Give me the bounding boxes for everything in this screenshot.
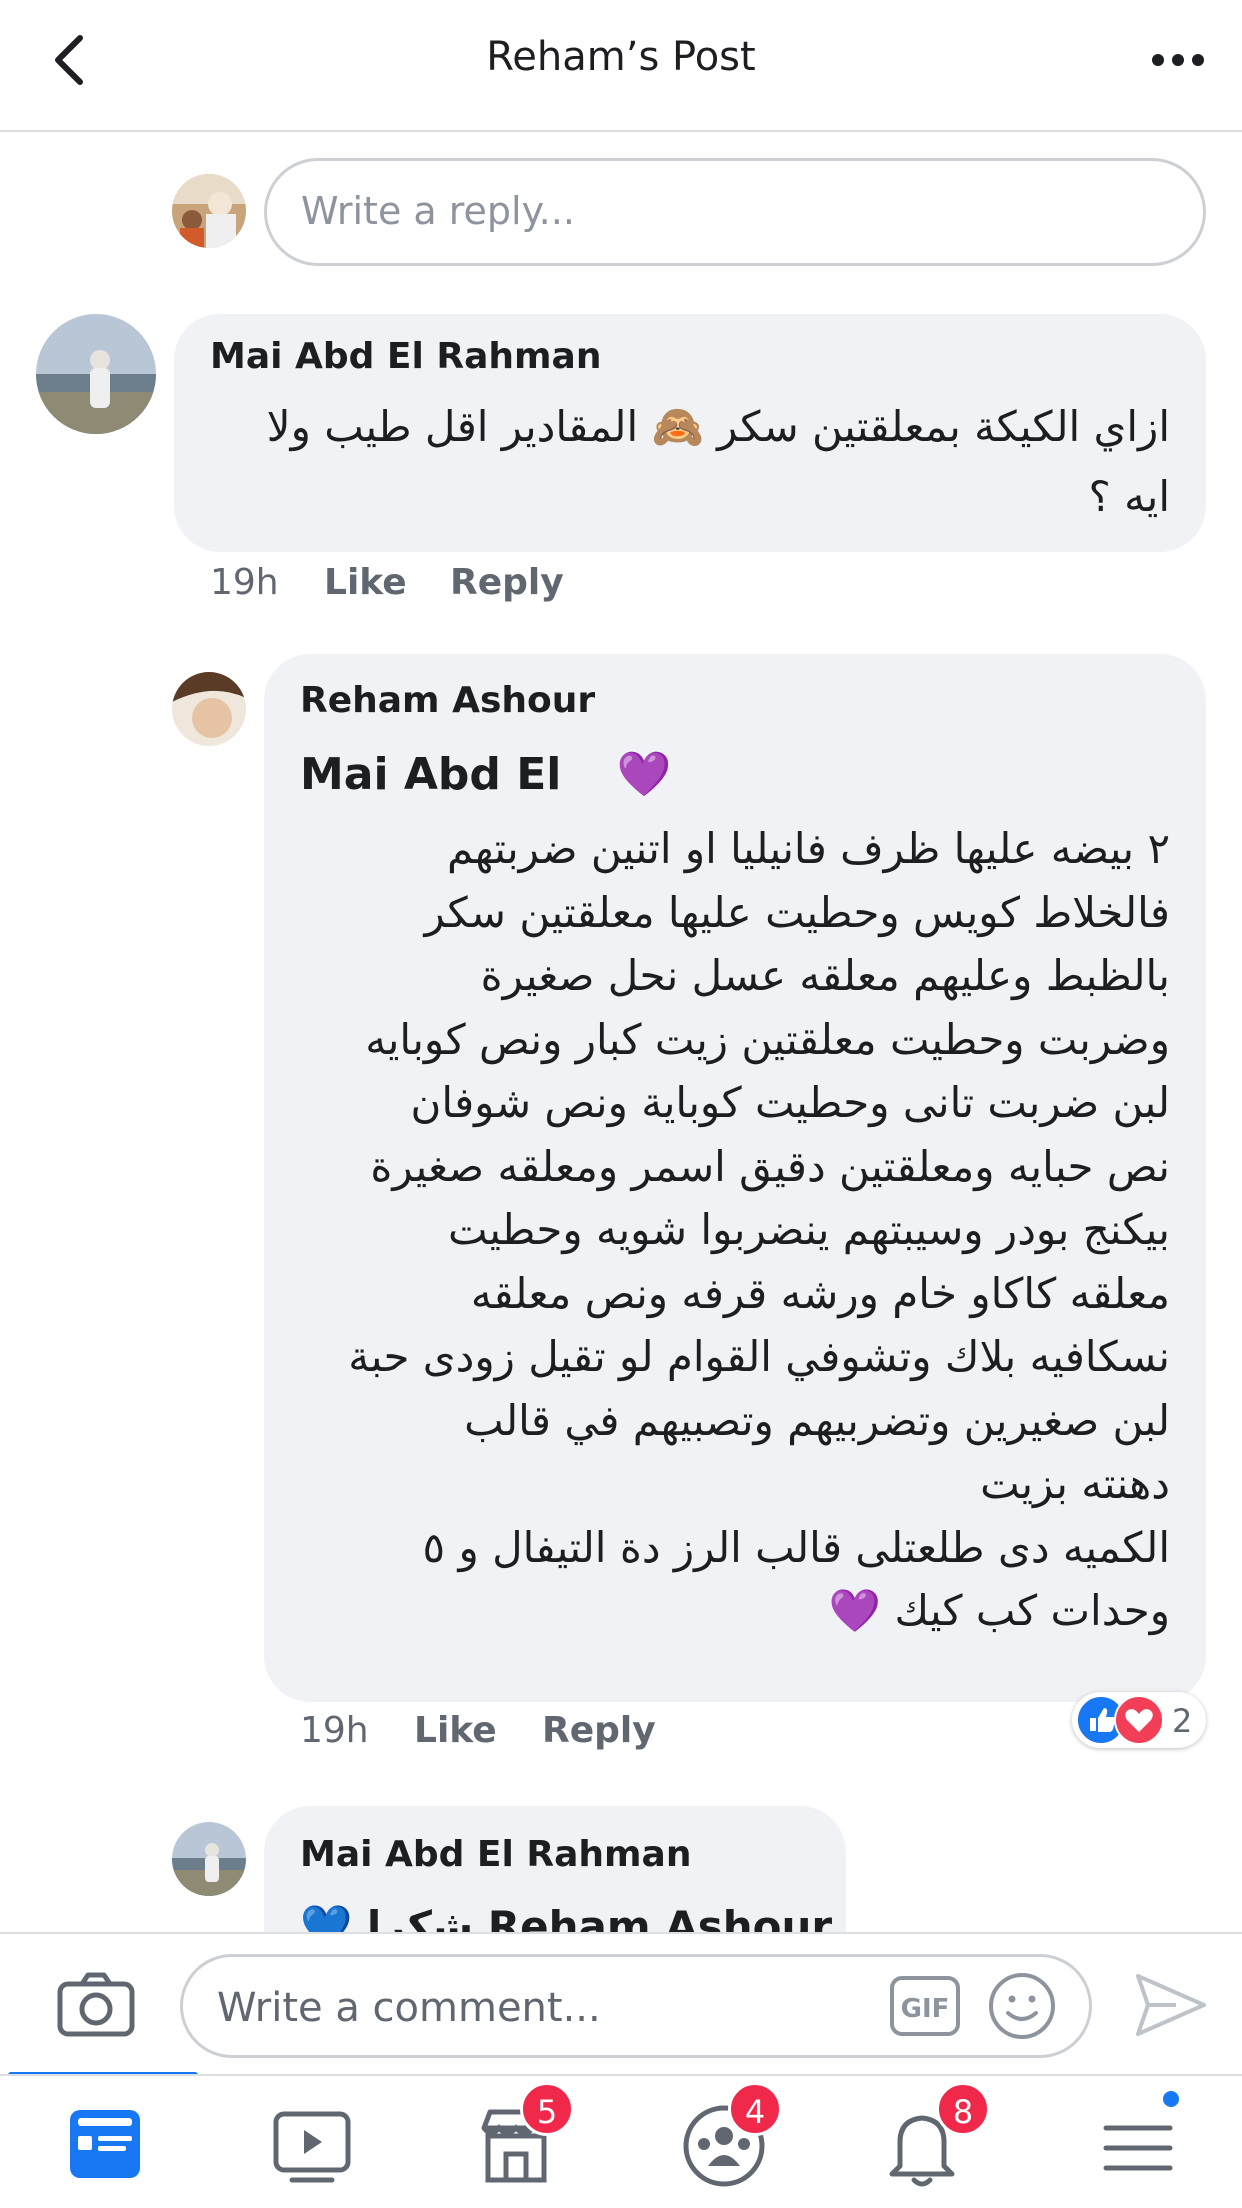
- comment-text-line: فالخلاط كويس وحطيت عليها معلقتين سكر: [424, 887, 1170, 937]
- comment-text-line: وحدات كب كيك 💜: [828, 1586, 1170, 1635]
- comment-input[interactable]: Write a comment... GIF: [180, 1954, 1092, 2058]
- reply-label[interactable]: Reply: [542, 1710, 656, 1751]
- comment-text-line: وضربت وحطيت معلقتين زيت كبار ونص كوبايه: [365, 1014, 1170, 1064]
- comment-text-line: الكميه دى طلعتلى قالب الرز دة التيفال و …: [422, 1522, 1170, 1572]
- like-button[interactable]: Like: [324, 562, 407, 603]
- notification-badge: 4: [728, 2082, 782, 2136]
- send-icon[interactable]: [1134, 1972, 1208, 2038]
- comment-bubble: Reham Ashour Mai Abd El 💜 ٢ بيضه عليها ظ…: [264, 654, 1206, 1702]
- video-icon: [273, 2111, 351, 2183]
- comment-time: 19h: [210, 562, 279, 603]
- reaction-count: 2: [1172, 1702, 1193, 1740]
- comment-text-line: نص حبايه ومعلقتين دقيق اسمر ومعلقه صغيرة: [370, 1141, 1170, 1191]
- tab-groups[interactable]: 4: [674, 2082, 782, 2196]
- purple-heart-icon: 💜: [616, 749, 672, 800]
- svg-text:GIF: GIF: [901, 1994, 950, 2024]
- news-feed-icon: [70, 2110, 140, 2178]
- comment-meta: 19h: [210, 562, 279, 603]
- comment-text-line: دهنته بزيت: [980, 1459, 1170, 1508]
- camera-icon[interactable]: [56, 1970, 136, 2040]
- bottom-nav: 5 4 8: [0, 2074, 1242, 2208]
- comment-text-line: بيكنج بودر وسيبتهم ينضربوا شويه وحطيت: [448, 1205, 1170, 1254]
- page-title: Reham’s Post: [486, 34, 756, 80]
- comment-text-line: نسكافيه بلاك وتشوفي القوام لو تقيل زودى …: [348, 1332, 1170, 1381]
- comment-text-line: ٢ بيضه عليها ظرف فانيليا او اتنين ضربتهم: [446, 824, 1170, 873]
- comment-text-partial: Reham Ashour شكرا 💙: [300, 1902, 833, 1932]
- comment-text-line: معلقه كاكاو خام ورشه قرفه ونص معلقه: [470, 1268, 1170, 1318]
- reply-input-container[interactable]: [264, 158, 1206, 266]
- gif-icon[interactable]: GIF: [889, 1975, 961, 2037]
- comment-text-line: لبن ضربت تانى وحطيت كوباية ونص شوفان: [410, 1078, 1170, 1127]
- reply-input[interactable]: [301, 189, 1161, 233]
- emoji-icon[interactable]: [987, 1971, 1057, 2041]
- reply-label[interactable]: Reply: [450, 562, 564, 603]
- mention-tag[interactable]: Mai Abd El: [300, 749, 561, 800]
- current-user-avatar: [172, 174, 246, 248]
- comment-placeholder: Write a comment...: [217, 1985, 601, 2031]
- menu-dot-indicator: [1160, 2088, 1182, 2110]
- avatar[interactable]: [36, 314, 156, 434]
- header-bar: Reham’s Post: [0, 0, 1242, 132]
- tab-marketplace[interactable]: 5: [466, 2082, 574, 2196]
- like-button[interactable]: Like: [414, 1710, 497, 1751]
- like-label[interactable]: Like: [414, 1710, 497, 1751]
- comment-clip: Mai Abd El Rahman Reham Ashour شكرا 💙: [0, 1800, 1242, 1932]
- comment-text-line: بالظبط وعليهم معلقه عسل نحل صغيرة: [480, 951, 1170, 1000]
- more-options-icon[interactable]: [1148, 40, 1208, 80]
- comment-text-line: ازاي الكيكة بمعلقتين سكر 🙈 المقادير اقل …: [266, 402, 1170, 451]
- reply-button[interactable]: Reply: [450, 562, 564, 603]
- comment-author[interactable]: Mai Abd El Rahman: [300, 1834, 691, 1875]
- tab-watch[interactable]: [262, 2096, 362, 2196]
- notification-badge: 5: [520, 2082, 574, 2136]
- comment-author[interactable]: Mai Abd El Rahman: [210, 336, 601, 377]
- comment-bubble: Mai Abd El Rahman ازاي الكيكة بمعلقتين س…: [174, 314, 1206, 552]
- tab-news-feed[interactable]: [54, 2096, 154, 2196]
- comment-text-line: لبن صغيرين وتضربيهم وتصبيهم في قالب: [464, 1395, 1170, 1445]
- comment-author[interactable]: Reham Ashour: [300, 680, 595, 721]
- reactions-summary[interactable]: 2: [1072, 1692, 1206, 1748]
- comment-meta: 19h: [300, 1710, 369, 1751]
- like-label[interactable]: Like: [324, 562, 407, 603]
- menu-icon: [1103, 2125, 1173, 2171]
- comment-composer: Write a comment... GIF: [0, 1932, 1242, 2074]
- comment-time: 19h: [300, 1710, 369, 1751]
- tab-menu[interactable]: [1088, 2088, 1188, 2196]
- mention-line: Mai Abd El 💜: [300, 748, 672, 800]
- love-reaction-icon: [1114, 1695, 1164, 1745]
- avatar[interactable]: [172, 672, 246, 746]
- notification-badge: 8: [936, 2082, 990, 2136]
- comment-text-line: ايه ؟: [1088, 472, 1170, 521]
- reply-button[interactable]: Reply: [542, 1710, 656, 1751]
- comment-bubble: Mai Abd El Rahman Reham Ashour شكرا 💙: [264, 1806, 846, 1932]
- tab-notifications[interactable]: 8: [872, 2082, 990, 2196]
